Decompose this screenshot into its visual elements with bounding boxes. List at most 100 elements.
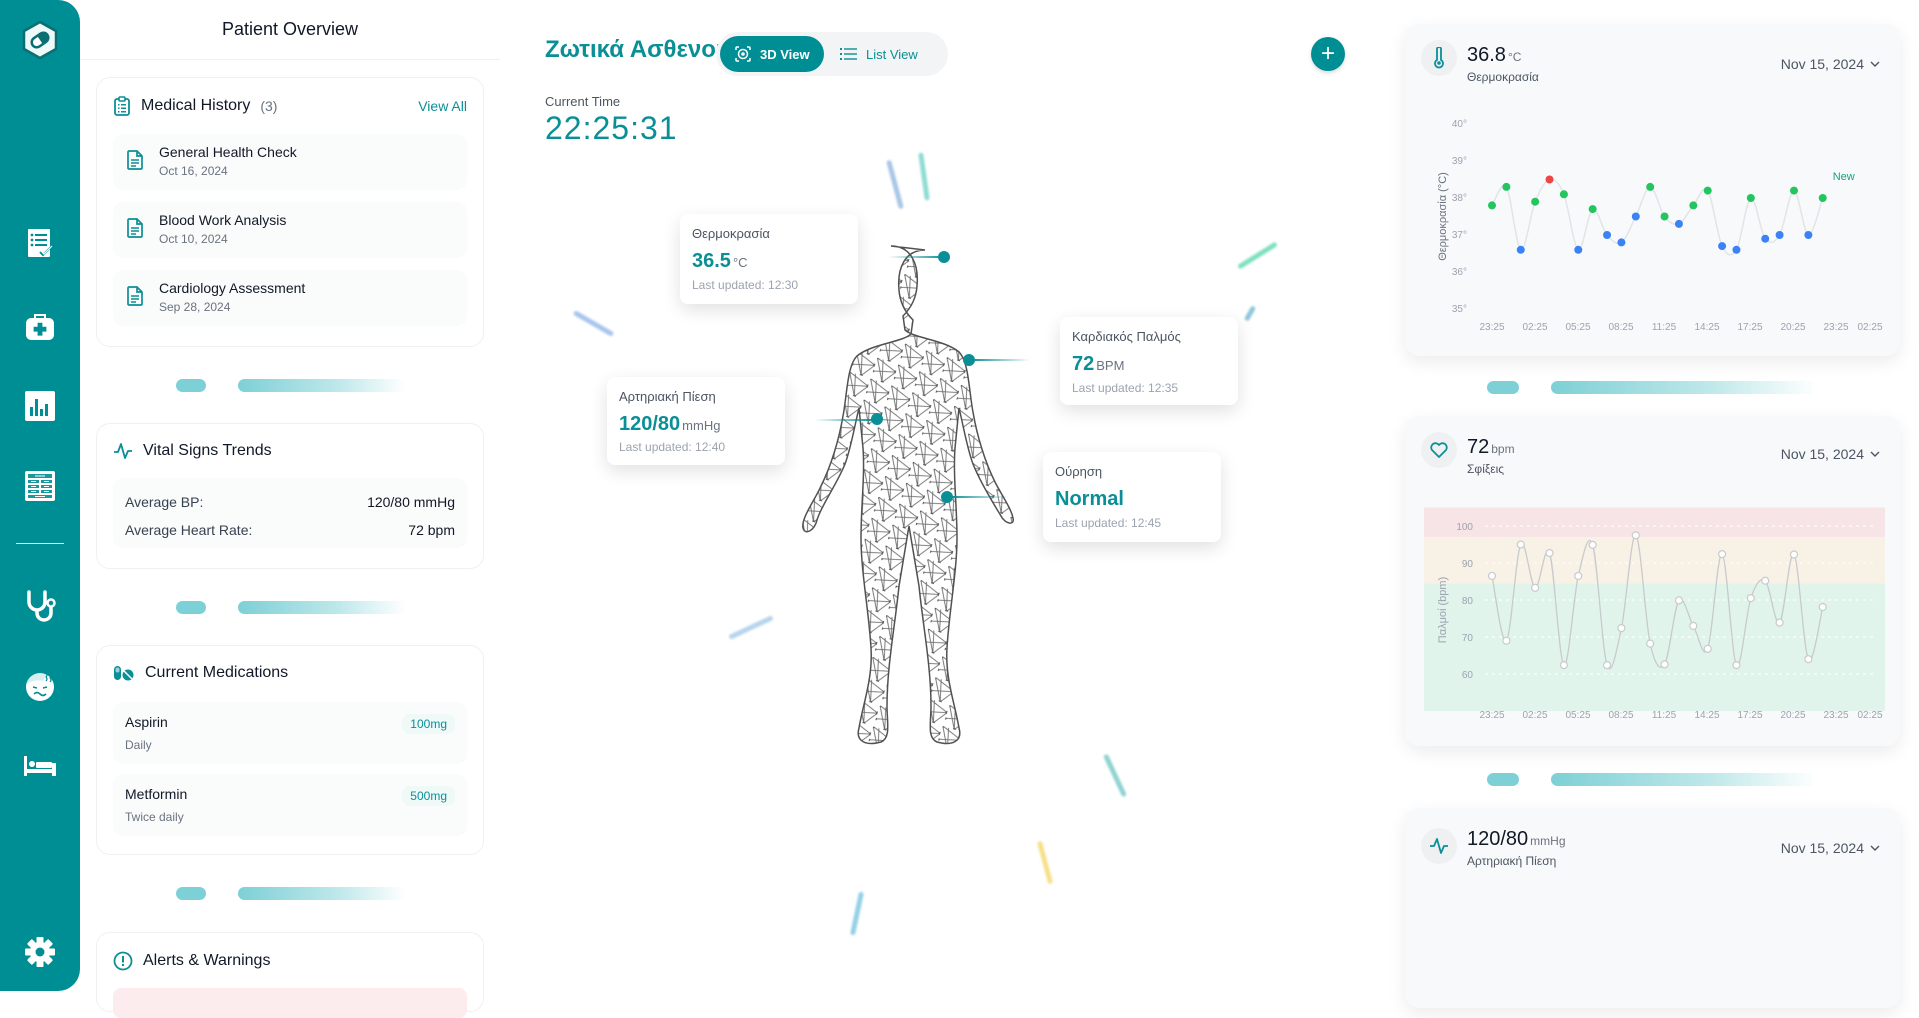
x-tick-label: 05:25	[1565, 710, 1590, 721]
heart-rate-point	[1818, 602, 1827, 612]
list-icon	[840, 48, 857, 60]
sidebar-item-tasks[interactable]	[20, 223, 60, 263]
medication-item[interactable]: Aspirin Daily 100mg	[113, 702, 467, 764]
view-3d-label: 3D View	[760, 46, 810, 62]
section-separator	[176, 887, 406, 900]
thermometer-icon	[1434, 47, 1444, 69]
medication-frequency: Daily	[125, 738, 152, 752]
heart-rate-point	[1617, 624, 1626, 633]
x-tick-label: 02:25	[1522, 322, 1547, 333]
temperature-label: Θερμοκρασία	[1467, 70, 1539, 84]
heart-rate-point	[1574, 571, 1583, 581]
sidebar-item-settings[interactable]	[20, 932, 60, 972]
heart-rate-point	[1631, 531, 1640, 540]
pulse-icon	[1430, 838, 1448, 854]
sidebar-item-medkit[interactable]	[20, 306, 60, 346]
blood-pressure-date-select[interactable]: Nov 15, 2024	[1781, 840, 1880, 856]
history-item-title: Cardiology Assessment	[159, 280, 306, 296]
view-all-link[interactable]: View All	[418, 98, 467, 114]
y-tick-label: 60	[1462, 670, 1474, 681]
sidebar-item-analytics[interactable]	[20, 386, 60, 426]
medication-item[interactable]: Metformin Twice daily 500mg	[113, 774, 467, 836]
temperature-point	[1660, 212, 1669, 221]
temperature-point	[1804, 231, 1813, 239]
gear-icon	[25, 937, 55, 967]
pulse-icon	[114, 443, 132, 459]
patient-overview-panel: Patient Overview Medical History (3) Vie…	[80, 0, 500, 1018]
temperature-point	[1559, 190, 1568, 199]
list-view-button[interactable]: List View	[826, 36, 932, 72]
vital-card-urination[interactable]: Ούρηση Normal Last updated: 12:45	[1043, 452, 1221, 542]
x-tick-label: 11:25	[1652, 322, 1677, 333]
heart-rate-point	[1732, 661, 1741, 670]
blood-pressure-marker[interactable]	[871, 413, 883, 425]
blood-pressure-chart-card: 120/80 mmHg Αρτηριακή Πίεση Nov 15, 2024	[1405, 808, 1900, 1008]
app-logo[interactable]	[20, 20, 60, 60]
avg-hr-label: Average Heart Rate:	[125, 522, 253, 538]
checklist-icon	[28, 229, 53, 257]
temperature-date-select[interactable]: Nov 15, 2024	[1781, 56, 1880, 72]
vital-updated: Last updated: 12:35	[1072, 381, 1179, 395]
vital-card-temperature[interactable]: Θερμοκρασία 36.5 °C Last updated: 12:30	[680, 214, 858, 304]
medication-name: Aspirin	[125, 714, 168, 730]
urination-marker[interactable]	[941, 491, 953, 503]
decorative-streak	[886, 159, 904, 210]
medkit-icon	[26, 314, 54, 340]
view-3d-button[interactable]: 3D View	[720, 36, 824, 72]
y-tick-label: 37°	[1452, 230, 1467, 241]
alert-item[interactable]	[113, 988, 467, 1018]
medications-title: Current Medications	[145, 664, 289, 681]
vital-value: Normal	[1055, 488, 1124, 510]
heart-rate-date-select[interactable]: Nov 15, 2024	[1781, 446, 1880, 462]
vital-value: 120/80 mmHg	[619, 413, 721, 435]
heart-rate-point	[1746, 594, 1755, 603]
current-time-label: Current Time	[545, 94, 621, 109]
y-tick-label: 39°	[1452, 156, 1467, 167]
vital-label: Αρτηριακή Πίεση	[619, 389, 716, 404]
medical-history-card: Medical History (3) View All General Hea…	[96, 77, 484, 347]
heart-rate-point	[1502, 636, 1511, 645]
medication-dose-badge: 100mg	[402, 714, 455, 734]
vital-label: Θερμοκρασία	[692, 226, 770, 241]
3d-body-model[interactable]	[800, 240, 1050, 750]
history-item[interactable]: Cardiology Assessment Sep 28, 2024	[113, 270, 467, 326]
decorative-streak	[849, 891, 865, 936]
temperature-point	[1789, 186, 1798, 195]
x-tick-label: 05:25	[1565, 322, 1590, 333]
heart-marker[interactable]	[963, 354, 975, 366]
vital-trends-box: Average BP: 120/80 mmHg Average Heart Rat…	[113, 478, 467, 548]
temperature-point	[1818, 194, 1827, 202]
sidebar-item-records[interactable]	[20, 466, 60, 506]
heart-rate-point	[1789, 550, 1799, 559]
plus-icon: +	[1320, 40, 1335, 67]
document-icon	[127, 286, 143, 306]
add-button[interactable]: +	[1311, 37, 1345, 71]
avg-bp-label: Average BP:	[125, 494, 204, 510]
medical-history-count: (3)	[260, 98, 278, 114]
sidebar-divider	[16, 543, 64, 544]
sidebar-item-symptoms[interactable]	[20, 666, 60, 706]
temperature-point	[1603, 231, 1612, 239]
temperature-point	[1516, 245, 1525, 254]
3d-view-icon	[735, 46, 751, 62]
sidebar-item-doctor[interactable]	[20, 586, 60, 626]
sidebar-item-beds[interactable]	[20, 746, 60, 786]
vital-updated: Last updated: 12:40	[619, 440, 726, 454]
decorative-streak	[1103, 753, 1127, 798]
history-item[interactable]: General Health Check Oct 16, 2024	[113, 134, 467, 190]
alerts-title: Alerts & Warnings	[143, 952, 271, 969]
heart-rate-current: 72 bpm	[1467, 436, 1515, 458]
history-item[interactable]: Blood Work Analysis Oct 10, 2024	[113, 202, 467, 258]
x-tick-label: 23:25	[1823, 710, 1848, 721]
temperature-point	[1502, 182, 1511, 191]
section-separator	[1487, 773, 1817, 786]
temperature-marker[interactable]	[938, 251, 950, 263]
section-separator	[176, 601, 406, 614]
vital-value: 36.5 °C	[692, 250, 748, 272]
vital-card-heart-rate[interactable]: Καρδιακός Παλμός 72 BPM Last updated: 12:…	[1060, 317, 1238, 405]
vital-card-blood-pressure[interactable]: Αρτηριακή Πίεση 120/80 mmHg Last updated:…	[607, 377, 785, 465]
history-item-title: General Health Check	[159, 144, 297, 160]
new-annotation: New	[1833, 171, 1855, 183]
x-tick-label: 02:25	[1857, 322, 1882, 333]
y-tick-label: 70	[1462, 633, 1474, 644]
